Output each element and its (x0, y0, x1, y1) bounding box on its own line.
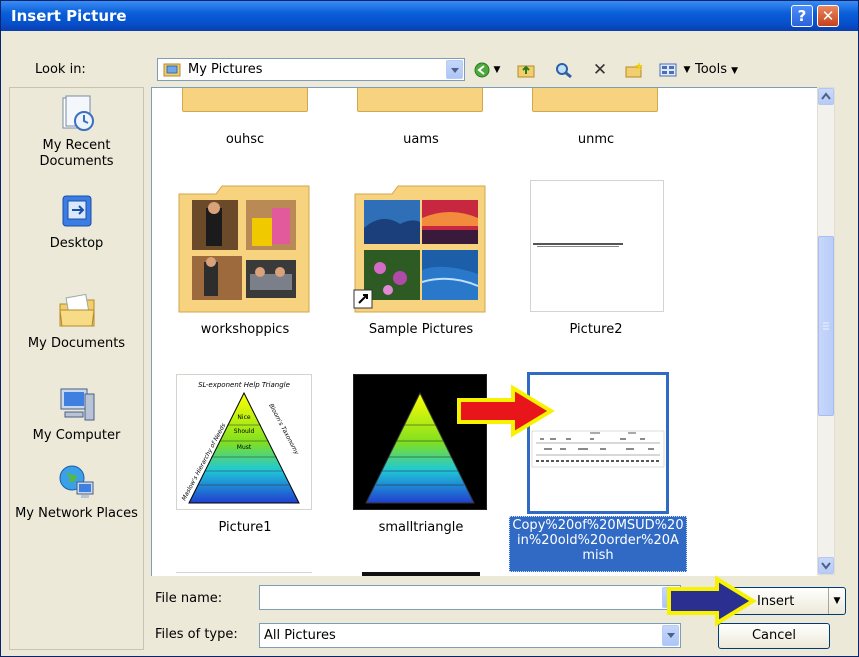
desktop-icon (57, 192, 97, 232)
triangle-level-should: Should (234, 428, 255, 435)
my-pictures-icon (163, 61, 181, 77)
title-bar: Insert Picture ? ✕ (1, 1, 858, 31)
scroll-down-button[interactable] (818, 557, 834, 574)
delete-icon[interactable]: ✕ (589, 61, 611, 79)
file-caption: Copy%20of%20MSUD%20in%20old%20order%20Am… (512, 518, 684, 563)
network-places-icon (57, 462, 97, 502)
place-my-network-places[interactable]: My Network Places (10, 462, 143, 522)
partial-thumbnail (362, 572, 480, 576)
places-bar: My Recent Documents Desktop My Documents… (9, 87, 144, 650)
folder-thumbnail-workshoppics[interactable] (176, 178, 312, 314)
place-label: My Recent Documents (39, 138, 114, 169)
file-caption[interactable]: Sample Pictures (351, 322, 491, 337)
help-button[interactable]: ? (791, 5, 813, 27)
folder-icon[interactable] (532, 88, 658, 112)
place-desktop[interactable]: Desktop (10, 192, 143, 252)
my-documents-icon (57, 292, 97, 332)
triangle-level-nice: Nice (237, 414, 250, 421)
file-caption[interactable]: unmc (526, 132, 666, 147)
file-caption[interactable]: smalltriangle (351, 520, 491, 535)
folder-icon[interactable] (357, 88, 483, 112)
file-caption[interactable]: uams (351, 132, 491, 147)
place-my-computer[interactable]: My Computer (10, 384, 143, 444)
place-label: My Computer (32, 428, 121, 443)
search-web-icon[interactable] (553, 61, 575, 79)
file-caption[interactable]: ouhsc (175, 132, 315, 147)
my-computer-icon (57, 384, 97, 424)
look-in-label: Look in: (35, 62, 86, 77)
image-thumbnail-picture2[interactable] (530, 180, 664, 312)
look-in-combo[interactable]: My Pictures (157, 58, 465, 81)
insert-dropdown-icon[interactable]: ▼ (828, 588, 845, 614)
blue-pointer-arrow (667, 575, 757, 627)
folder-thumbnail-sample-pictures[interactable] (352, 178, 488, 314)
vertical-scrollbar[interactable] (817, 87, 835, 575)
partial-thumbnail (176, 572, 312, 576)
back-icon[interactable] (471, 61, 493, 79)
tools-dropdown-icon: ▼ (731, 66, 739, 76)
selected-file-caption[interactable]: Copy%20of%20MSUD%20in%20old%20order%20Am… (509, 516, 687, 572)
files-of-type-select[interactable]: All Pictures (259, 623, 681, 648)
window-title: Insert Picture (11, 7, 127, 25)
files-of-type-label: Files of type: (155, 627, 238, 642)
place-my-documents[interactable]: My Documents (10, 292, 143, 352)
tools-menu[interactable]: Tools ▼ (695, 61, 753, 79)
new-folder-icon[interactable] (623, 61, 645, 79)
look-in-value: My Pictures (188, 62, 263, 77)
close-button[interactable]: ✕ (817, 5, 839, 27)
file-name-input[interactable] (259, 585, 681, 610)
place-label: My Documents (27, 336, 126, 351)
folder-icon[interactable] (182, 88, 308, 112)
files-of-type-dropdown-button[interactable] (662, 625, 679, 646)
insert-picture-dialog: Insert Picture ? ✕ Look in: My Pictures … (0, 0, 859, 657)
place-label: My Network Places (15, 506, 138, 521)
insert-label: Insert (757, 594, 795, 609)
red-pointer-arrow (457, 384, 555, 438)
file-caption[interactable]: workshoppics (175, 322, 315, 337)
cancel-label: Cancel (751, 628, 797, 643)
look-in-dropdown-button[interactable] (446, 60, 463, 79)
file-list-view: ouhsc uams unmc workshoppics Sample Pict… (151, 87, 818, 576)
views-dropdown-icon[interactable]: ▼ (681, 61, 693, 79)
place-label: Desktop (49, 236, 104, 251)
views-icon[interactable] (657, 61, 679, 79)
file-name-label: File name: (155, 591, 223, 606)
triangle-side-right: Bloom's Taxonomy (267, 403, 300, 457)
scroll-up-button[interactable] (818, 88, 834, 105)
triangle-level-must: Must (237, 444, 252, 451)
image-thumbnail-picture1[interactable]: SL-exponent Help Triangle Nice Should Mu… (176, 374, 312, 510)
up-folder-icon[interactable] (515, 61, 537, 79)
tools-label: Tools (695, 62, 728, 77)
place-my-recent-documents[interactable]: My Recent Documents (10, 94, 143, 170)
file-caption[interactable]: Picture1 (175, 520, 315, 535)
back-dropdown-icon[interactable]: ▼ (491, 61, 503, 79)
scroll-thumb[interactable] (818, 236, 834, 416)
file-caption[interactable]: Picture2 (526, 322, 666, 337)
triangle-title: SL-exponent Help Triangle (198, 381, 290, 389)
files-of-type-value: All Pictures (264, 628, 336, 643)
recent-documents-icon (57, 94, 97, 134)
